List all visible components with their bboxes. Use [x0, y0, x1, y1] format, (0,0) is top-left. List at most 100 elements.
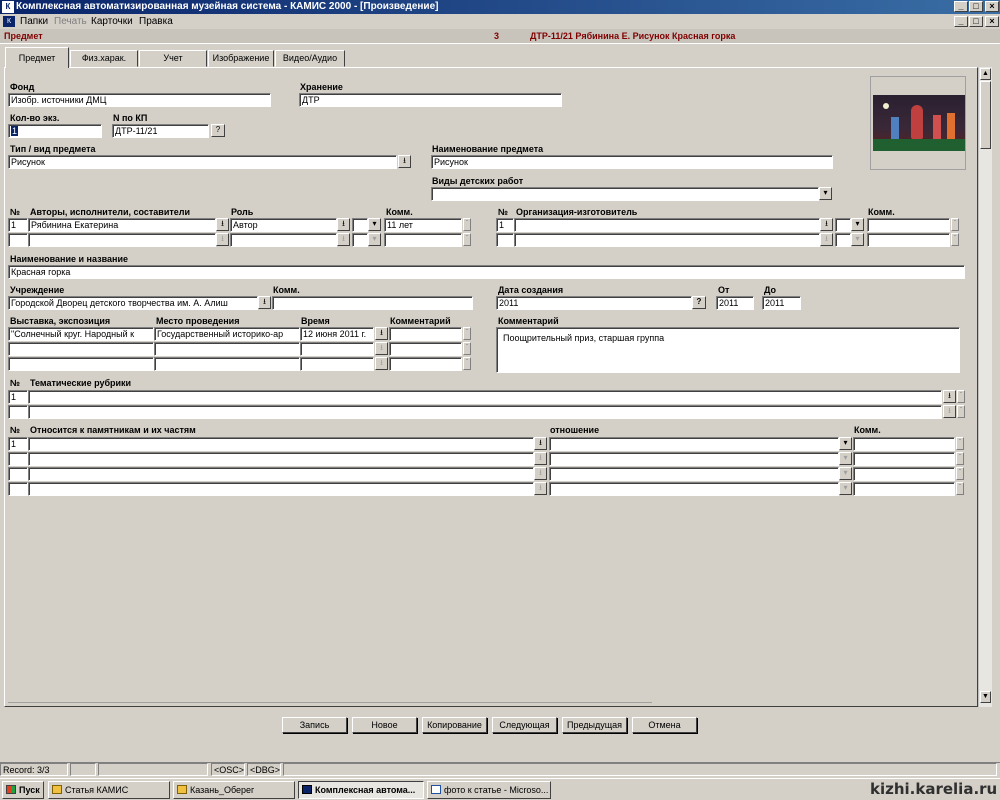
tab-image[interactable]: Изображение: [208, 50, 274, 67]
task-kazan[interactable]: Казань_Оберег: [173, 781, 295, 799]
maximize-icon[interactable]: □: [969, 1, 983, 12]
time-dropdown-icon-2[interactable]: ⭳: [375, 342, 388, 355]
monument-field-2[interactable]: [28, 452, 534, 466]
monument-dropdown-icon-3[interactable]: ⭳: [534, 467, 547, 480]
venue-field-2[interactable]: [154, 342, 300, 356]
rubric-field[interactable]: [28, 390, 942, 404]
author-dropdown-icon[interactable]: ⭳: [216, 218, 229, 231]
monument-field-4[interactable]: [28, 482, 534, 496]
menu-folders[interactable]: Папки: [20, 14, 48, 29]
relation-dropdown-icon-3[interactable]: ▾: [839, 467, 852, 480]
author-dropdown-icon-2[interactable]: ⭳: [216, 233, 229, 246]
question-icon[interactable]: ?: [211, 124, 225, 137]
next-record-button[interactable]: Следующая: [492, 717, 557, 733]
org-row-scroll-icon[interactable]: -: [951, 218, 959, 231]
venue-field-3[interactable]: [154, 357, 300, 371]
org-field[interactable]: [514, 218, 820, 232]
time-dropdown-icon[interactable]: ⭳: [375, 327, 388, 340]
copy-record-button[interactable]: Копирование: [422, 717, 487, 733]
start-button[interactable]: Пуск: [2, 781, 44, 799]
prev-record-button[interactable]: Предыдущая: [562, 717, 627, 733]
cancel-button[interactable]: Отмена: [632, 717, 697, 733]
scroll-up-icon[interactable]: ▲: [980, 68, 991, 80]
rubric-row-scroll-icon[interactable]: -: [957, 390, 965, 403]
menu-print[interactable]: Печать: [54, 14, 87, 29]
qty-field[interactable]: 1: [8, 124, 102, 138]
document-icon[interactable]: К: [3, 16, 15, 27]
rubric-field-2[interactable]: [28, 405, 942, 419]
monument-row-scroll-icon-3[interactable]: -: [956, 467, 964, 480]
doc-restore-icon[interactable]: □: [969, 16, 983, 27]
name-field[interactable]: Рисунок: [431, 155, 833, 169]
minimize-icon[interactable]: _: [954, 1, 968, 12]
monument-dropdown-icon[interactable]: ⭳: [534, 437, 547, 450]
commentary-field[interactable]: Поощрительный приз, старшая группа: [496, 327, 960, 373]
org-extra-dropdown-icon[interactable]: ▾: [851, 218, 864, 231]
monument-comm-field-4[interactable]: [853, 482, 955, 496]
exhibition-field-2[interactable]: [8, 342, 154, 356]
task-word-doc[interactable]: фото к статье - Microso...: [427, 781, 551, 799]
time-dropdown-icon-3[interactable]: ⭳: [375, 357, 388, 370]
monument-row-scroll-icon-2[interactable]: -: [956, 452, 964, 465]
monument-num-field-4[interactable]: [8, 482, 28, 496]
time-field-2[interactable]: [300, 342, 374, 356]
tab-subject[interactable]: Предмет: [5, 47, 69, 68]
role-extra-field-2[interactable]: [352, 233, 368, 247]
exhibition-field-3[interactable]: [8, 357, 154, 371]
artwork-thumbnail[interactable]: [873, 95, 965, 151]
exh-row-scroll-icon-3[interactable]: -: [463, 357, 471, 370]
institution-dropdown-icon[interactable]: ⭳: [258, 296, 271, 309]
new-record-button[interactable]: Новое: [352, 717, 417, 733]
author-num-field[interactable]: 1: [8, 218, 28, 232]
org-num-field-2[interactable]: [496, 233, 514, 247]
date-from-field[interactable]: 2011: [716, 296, 754, 310]
author-field[interactable]: Рябинина Екатерина: [28, 218, 216, 232]
monument-comm-field-3[interactable]: [853, 467, 955, 481]
org-extra-field-2[interactable]: [835, 233, 851, 247]
org-row-scroll-icon-2[interactable]: -: [951, 233, 959, 246]
tab-video-audio[interactable]: Видео/Аудио: [275, 50, 345, 67]
role-extra-dropdown-icon-2[interactable]: ▾: [368, 233, 381, 246]
exh-comment-field[interactable]: [389, 327, 462, 341]
kids-works-dropdown-icon[interactable]: ▾: [819, 187, 832, 200]
org-extra-field[interactable]: [835, 218, 851, 232]
monument-comm-field-2[interactable]: [853, 452, 955, 466]
rubric-dropdown-icon[interactable]: ⭳: [943, 390, 956, 403]
menu-edit[interactable]: Правка: [139, 14, 173, 29]
author-row-scroll-icon[interactable]: -: [463, 218, 471, 231]
rubric-dropdown-icon-2[interactable]: ⭳: [943, 405, 956, 418]
rubric-num-field-2[interactable]: [8, 405, 28, 419]
monument-field-3[interactable]: [28, 467, 534, 481]
monument-field[interactable]: [28, 437, 534, 451]
relation-field-3[interactable]: [549, 467, 839, 481]
institution-field[interactable]: Городской Дворец детского творчества им.…: [8, 296, 258, 310]
exh-row-scroll-icon-2[interactable]: -: [463, 342, 471, 355]
exh-row-scroll-icon[interactable]: -: [463, 327, 471, 340]
venue-field[interactable]: Государственный историко-ар: [154, 327, 300, 341]
monument-num-field[interactable]: 1: [8, 437, 28, 451]
exh-comment-field-3[interactable]: [389, 357, 462, 371]
creation-date-field[interactable]: 2011: [496, 296, 692, 310]
author-comm-field-2[interactable]: [384, 233, 462, 247]
org-field-2[interactable]: [514, 233, 820, 247]
relation-dropdown-icon[interactable]: ▾: [839, 437, 852, 450]
vertical-scrollbar[interactable]: ▲ ▼: [978, 67, 992, 707]
task-article-kamis[interactable]: Статья КАМИС: [48, 781, 170, 799]
relation-field[interactable]: [549, 437, 839, 451]
exhibition-field[interactable]: "Солнечный круг. Народный к: [8, 327, 154, 341]
monument-row-scroll-icon-4[interactable]: -: [956, 482, 964, 495]
relation-dropdown-icon-4[interactable]: ▾: [839, 482, 852, 495]
role-dropdown-icon[interactable]: ⭳: [337, 218, 350, 231]
role-dropdown-icon-2[interactable]: ⭳: [337, 233, 350, 246]
org-extra-dropdown-icon-2[interactable]: ▾: [851, 233, 864, 246]
type-dropdown-icon[interactable]: ⭳: [398, 155, 411, 168]
date-question-icon[interactable]: ?: [692, 296, 706, 309]
monument-row-scroll-icon[interactable]: -: [956, 437, 964, 450]
type-field[interactable]: Рисунок: [8, 155, 397, 169]
rubric-row-scroll-icon-2[interactable]: -: [957, 405, 965, 418]
kids-works-field[interactable]: [431, 187, 819, 201]
relation-dropdown-icon-2[interactable]: ▾: [839, 452, 852, 465]
role-extra-field[interactable]: [352, 218, 368, 232]
scroll-thumb[interactable]: [980, 81, 991, 149]
role-field[interactable]: Автор: [230, 218, 337, 232]
